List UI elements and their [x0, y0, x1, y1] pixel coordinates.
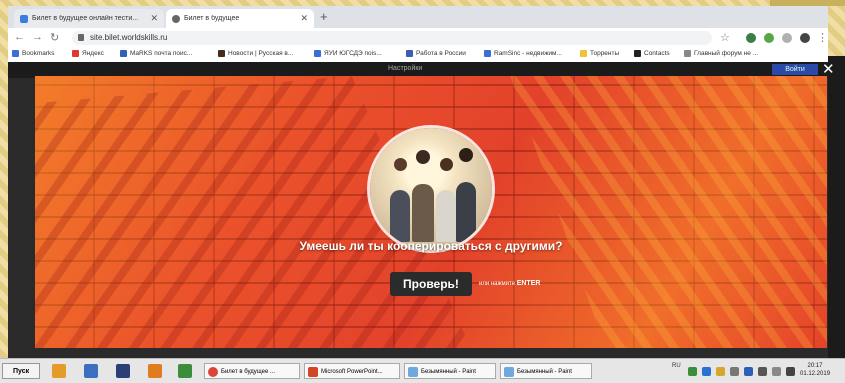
friends-illustration [370, 128, 492, 250]
login-button[interactable]: Войти [772, 64, 818, 75]
tab-strip: Билет в будущее онлайн тести... ✕ Билет … [8, 6, 828, 28]
paint-icon [408, 367, 418, 377]
volume-icon[interactable] [730, 367, 739, 376]
site-favicon-icon [20, 14, 28, 23]
extension-icon[interactable] [782, 33, 792, 43]
reload-icon[interactable]: ↻ [50, 31, 59, 44]
tray-icon[interactable] [716, 367, 725, 376]
language-indicator[interactable]: RU [672, 363, 681, 369]
tray-icon[interactable] [688, 367, 697, 376]
system-clock[interactable]: 20:17 01.12.2019 [800, 362, 830, 378]
tray-icon[interactable] [786, 367, 795, 376]
illustrator-icon[interactable] [148, 364, 162, 378]
quiz-question: Умеешь ли ты кооперироваться с другими? [299, 239, 563, 253]
taskbar-item[interactable]: Билет в будущее ... [204, 363, 300, 379]
network-icon[interactable] [772, 367, 781, 376]
bookmark-item[interactable]: Торренты [580, 50, 619, 57]
chrome-icon [208, 367, 218, 377]
bookmark-item[interactable]: RamSinc - недвижим... [484, 50, 562, 57]
address-bar-row: ← → ↻ site.bilet.worldskills.ru ☆ ⋮ [8, 28, 828, 48]
tray-icon[interactable] [744, 367, 753, 376]
quicklaunch-icon[interactable] [84, 364, 98, 378]
url-text: site.bilet.worldskills.ru [90, 33, 168, 42]
taskbar-item[interactable]: Безымянный - Paint [500, 363, 592, 379]
globe-icon [172, 14, 180, 23]
url-field[interactable]: site.bilet.worldskills.ru [72, 31, 712, 45]
bookmark-item[interactable]: ЯУИ ЮГСДЭ поis... [314, 50, 382, 57]
check-button[interactable]: Проверь! [390, 272, 472, 296]
tray-icon[interactable] [702, 367, 711, 376]
tray-icon[interactable] [758, 367, 767, 376]
bookmarks-bar: Bookmarks Яндекс MaRKS почта поис... Нов… [8, 48, 828, 63]
menu-icon[interactable]: ⋮ [817, 31, 828, 44]
window-edge [828, 56, 845, 358]
quiz-modal: Умеешь ли ты кооперироваться с другими? … [35, 76, 827, 348]
powerpoint-icon [308, 367, 318, 377]
clock-date: 01.12.2019 [800, 371, 831, 377]
bookmark-item[interactable]: Работа в России [406, 50, 466, 57]
windows-taskbar: Пуск Билет в будущее ... Microsoft Power… [0, 358, 845, 383]
bookmark-item[interactable]: Яндекс [72, 50, 104, 57]
taskbar-item[interactable]: Безымянный - Paint [404, 363, 496, 379]
enter-hint-prefix: или нажмите [479, 281, 516, 287]
excel-icon[interactable] [178, 364, 192, 378]
settings-link[interactable]: Настройки [388, 65, 422, 72]
start-button[interactable]: Пуск [2, 363, 40, 379]
clock-time: 20:17 [807, 363, 823, 369]
taskbar-item[interactable]: Microsoft PowerPoint... [304, 363, 400, 379]
tab-label: Билет в будущее [184, 15, 240, 22]
tab-label: Билет в будущее онлайн тести... [32, 15, 139, 22]
profile-icon[interactable] [800, 33, 810, 43]
bookmark-item[interactable]: Сontacts [634, 50, 670, 57]
lock-icon [78, 34, 84, 41]
bookmark-item[interactable]: Новости | Русская в... [218, 50, 293, 57]
tab-test[interactable]: Билет в будущее онлайн тести... ✕ [14, 9, 164, 28]
bookmark-item[interactable]: Bookmarks [12, 50, 55, 57]
tab-active[interactable]: Билет в будущее ✕ [166, 9, 314, 28]
paint-icon [504, 367, 514, 377]
new-tab-icon[interactable]: + [320, 9, 328, 24]
forward-icon[interactable]: → [32, 31, 43, 43]
enter-hint-key: ENTER [516, 280, 541, 287]
close-icon[interactable]: ✕ [150, 13, 158, 24]
close-icon[interactable]: ✕ [822, 62, 835, 77]
bookmark-item[interactable]: MaRKS почта поис... [120, 50, 192, 57]
back-icon[interactable]: ← [14, 31, 25, 43]
extension-icon[interactable] [764, 33, 774, 43]
star-icon[interactable]: ☆ [720, 31, 730, 44]
close-icon[interactable]: ✕ [300, 13, 308, 24]
photoshop-icon[interactable] [116, 364, 130, 378]
extension-icon[interactable] [746, 33, 756, 43]
enter-hint: или нажмите ENTER [479, 280, 540, 287]
bookmark-item[interactable]: Главный форум не ... [684, 50, 758, 57]
quicklaunch-icon[interactable] [52, 364, 66, 378]
